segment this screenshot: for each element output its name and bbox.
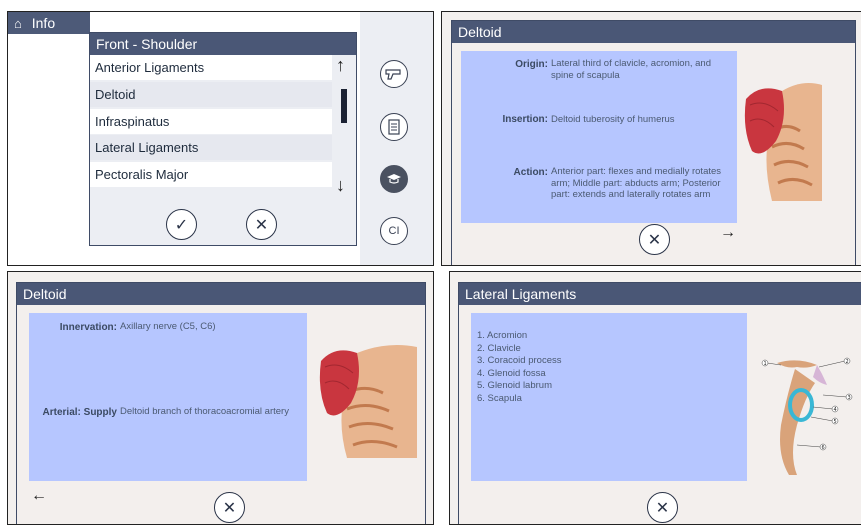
top-bar: ⌂ Info [8, 12, 90, 34]
document-icon [388, 119, 400, 135]
document-icon-button[interactable] [380, 113, 408, 141]
list-item: 6. Scapula [477, 392, 522, 404]
list-item[interactable]: Deltoid [90, 82, 332, 107]
action-value: Anterior part: flexes and medially rotat… [551, 166, 722, 200]
list-item[interactable]: Infraspinatus [90, 109, 332, 134]
close-icon: ✕ [655, 499, 670, 517]
diagram-number: 5 [834, 419, 837, 425]
deltoid-illustration [319, 345, 417, 458]
list-item[interactable]: Pectoralis Major [90, 162, 332, 187]
ligament-list: 1. Acromion 2. Clavicle 3. Coracoid proc… [477, 330, 677, 405]
scrollbar-thumb[interactable] [341, 89, 347, 123]
action-label: Action: [513, 167, 548, 178]
list-item: 5. Glenoid labrum [477, 380, 552, 391]
cancel-button[interactable]: ✕ [246, 209, 277, 240]
arrow-up-icon[interactable]: ↑ [336, 55, 345, 76]
list-item: 1. Acromion [477, 330, 528, 341]
origin-value: Lateral third of clavicle, acromion, and… [551, 58, 711, 81]
list-item: 3. Coracoid process [477, 355, 562, 366]
diagram-number: 6 [822, 445, 825, 451]
panel-deltoid-innervation: Deltoid Innervation: Axillary nerve (C5,… [7, 271, 434, 525]
check-icon: ✓ [174, 216, 189, 234]
list-item: 4. Glenoid fossa [477, 367, 546, 379]
innervation-label: Innervation: [59, 322, 117, 333]
close-icon: ✕ [254, 216, 269, 234]
origin-label: Origin: [515, 59, 548, 70]
panel-deltoid-info: Deltoid Origin: Lateral third of clavicl… [441, 11, 861, 266]
close-button[interactable]: ✕ [647, 492, 678, 523]
home-icon[interactable]: ⌂ [14, 16, 22, 31]
diagram-number: 4 [834, 407, 837, 413]
list-item: 2. Clavicle [477, 342, 521, 354]
insertion-value: Deltoid tuberosity of humerus [551, 114, 675, 125]
diagram-number: 3 [848, 395, 851, 401]
tool-icon [385, 69, 401, 80]
dropdown-title: Front - Shoulder [90, 33, 356, 55]
ci-button[interactable]: CI [380, 217, 408, 245]
back-arrow-icon[interactable]: ← [31, 487, 47, 505]
deltoid-illustration [744, 83, 822, 201]
dropdown-list: Anterior Ligaments Deltoid Infraspinatus… [90, 55, 332, 187]
dialog-title: Deltoid [452, 21, 855, 43]
arterial-label: Arterial: Supply [42, 407, 117, 418]
next-arrow-icon[interactable]: → [720, 224, 736, 242]
ci-label: CI [388, 225, 400, 237]
arterial-value: Deltoid branch of thoracoacromial artery [120, 406, 289, 417]
confirm-button[interactable]: ✓ [166, 209, 197, 240]
panel-lateral-ligaments: Lateral Ligaments 1. Acromion 2. Clavicl… [449, 271, 861, 525]
diagram-number: 2 [846, 359, 849, 365]
dialog-title: Deltoid [17, 283, 425, 305]
gun-icon-button[interactable] [380, 60, 408, 88]
close-button[interactable]: ✕ [214, 492, 245, 523]
graduation-cap-icon [387, 174, 401, 184]
innervation-value: Axillary nerve (C5, C6) [120, 321, 216, 332]
deltoid-dialog: Deltoid Origin: Lateral third of clavicl… [451, 20, 856, 265]
close-icon: ✕ [222, 499, 237, 517]
list-item[interactable]: Anterior Ligaments [90, 55, 332, 80]
dialog-title: Lateral Ligaments [459, 283, 861, 305]
panel-menu: ⌂ Info Front - Shoulder Anterior Ligamen… [7, 11, 434, 266]
diagram-number: 1 [764, 361, 767, 367]
info-box [29, 313, 307, 481]
list-item[interactable]: Lateral Ligaments [90, 135, 332, 160]
insertion-label: Insertion: [502, 114, 548, 125]
ligaments-dialog: Lateral Ligaments 1. Acromion 2. Clavicl… [458, 282, 861, 524]
close-icon: ✕ [647, 231, 662, 249]
top-bar-label[interactable]: Info [32, 15, 55, 31]
graduation-icon-button[interactable] [380, 165, 408, 193]
arrow-down-icon[interactable]: ↓ [336, 175, 345, 196]
body-part-dropdown: Front - Shoulder Anterior Ligaments Delt… [89, 32, 357, 246]
close-button[interactable]: ✕ [639, 224, 670, 255]
innervation-dialog: Deltoid Innervation: Axillary nerve (C5,… [16, 282, 426, 524]
shoulder-ligament-diagram: 1 2 3 4 5 6 [761, 357, 853, 475]
